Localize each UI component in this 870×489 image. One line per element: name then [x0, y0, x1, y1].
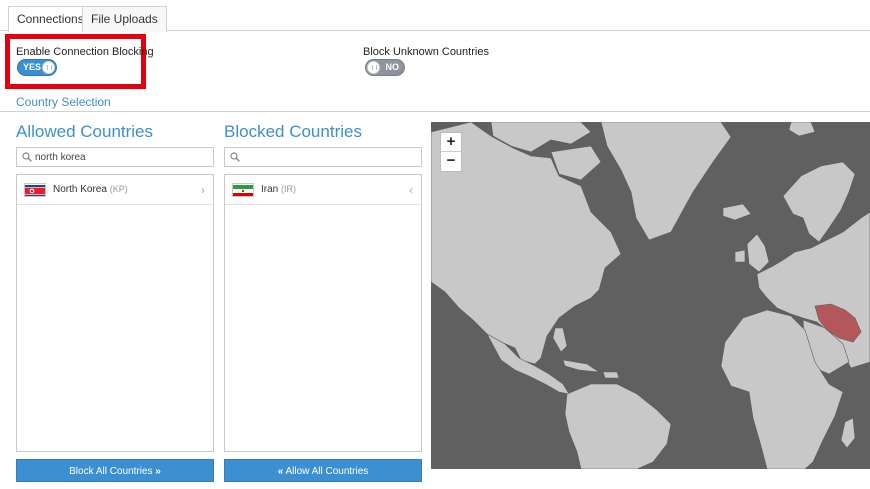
search-icon [230, 152, 240, 162]
land-florida [552, 327, 568, 353]
land-ireland [734, 249, 746, 263]
connection-blocking-label: Enable Connection Blocking [16, 46, 154, 58]
map-zoom-control: + − [440, 132, 462, 172]
land-madagascar [840, 417, 856, 449]
section-divider [0, 111, 870, 112]
allowed-countries-list: North Korea (KP) › [16, 174, 214, 452]
world-map-graphic [431, 122, 870, 469]
allowed-search-field[interactable] [16, 147, 214, 167]
toggle-state-text: YES [23, 62, 42, 72]
allowed-countries-title: Allowed Countries [16, 122, 154, 141]
tab-connections[interactable]: Connections [8, 6, 93, 32]
land-greenland [600, 122, 732, 241]
land-iceland [722, 203, 752, 221]
connection-blocking-toggle[interactable]: YES [17, 59, 57, 76]
land-svalbard [788, 122, 816, 137]
world-map[interactable] [431, 122, 870, 469]
country-name: North Korea (KP) [53, 184, 128, 195]
block-all-countries-button[interactable]: Block All Countries » [16, 459, 214, 482]
zoom-in-button[interactable]: + [441, 133, 461, 152]
land-scandinavia [782, 161, 856, 243]
country-name: Iran (IR) [261, 184, 297, 195]
land-hispaniola [602, 371, 620, 379]
tab-file-uploads[interactable]: File Uploads [82, 6, 167, 32]
kp-flag-icon [24, 183, 46, 197]
land-cuba [562, 359, 600, 373]
chevron-right-icon[interactable]: › [201, 183, 205, 197]
toggle-knob [42, 61, 55, 74]
list-item[interactable]: Iran (IR) ‹ [225, 175, 421, 205]
blocked-countries-title: Blocked Countries [224, 122, 362, 141]
list-item[interactable]: North Korea (KP) › [17, 175, 213, 205]
blocked-search-field[interactable] [224, 147, 422, 167]
chevron-left-icon[interactable]: ‹ [409, 183, 413, 197]
section-title: Country Selection [16, 95, 111, 109]
allow-all-countries-button[interactable]: « Allow All Countries [224, 459, 422, 482]
toggle-state-text: NO [385, 62, 400, 72]
unknown-countries-toggle[interactable]: NO [365, 59, 405, 76]
unknown-countries-label: Block Unknown Countries [363, 46, 489, 58]
tab-bar: Connections File Uploads [0, 0, 870, 32]
land-great-britain [746, 233, 770, 273]
blocked-search-input[interactable] [243, 150, 418, 164]
land-south-america [564, 383, 672, 469]
search-icon [22, 152, 32, 162]
allowed-search-input[interactable] [35, 150, 210, 164]
blocked-countries-list: Iran (IR) ‹ [224, 174, 422, 452]
zoom-out-button[interactable]: − [441, 152, 461, 171]
ir-flag-icon [232, 183, 254, 197]
toggle-knob [367, 61, 380, 74]
